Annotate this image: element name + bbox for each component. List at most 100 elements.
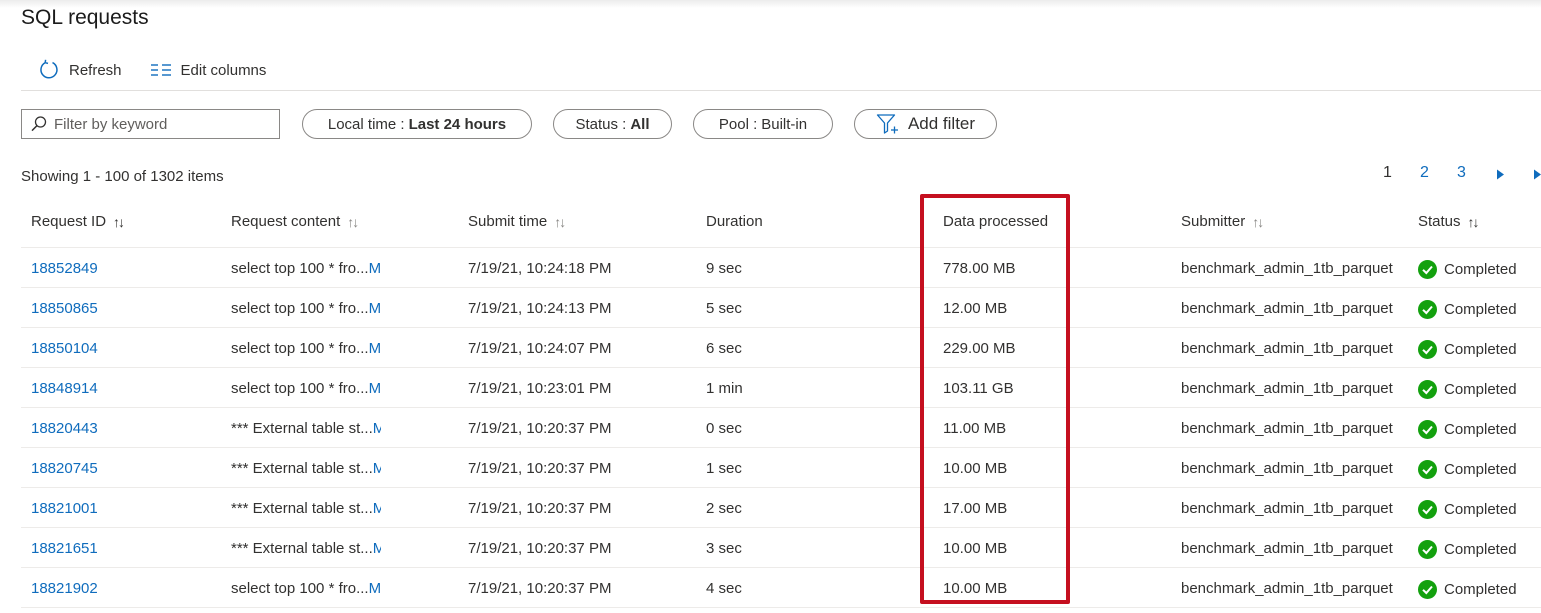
chevron-right-icon[interactable]: [1496, 169, 1505, 180]
check-circle-icon: [1418, 500, 1437, 519]
request-id-link[interactable]: 18850104: [31, 340, 98, 357]
row-divider: [21, 287, 1541, 288]
cell-request-id: 18821902: [31, 580, 221, 597]
cell-data-processed: 229.00 MB: [943, 340, 1016, 357]
row-divider: [21, 487, 1541, 488]
page-3[interactable]: 3: [1457, 164, 1466, 182]
cell-duration: 6 sec: [706, 340, 742, 357]
check-circle-icon: [1418, 580, 1437, 599]
column-header-duration[interactable]: Duration: [706, 213, 763, 230]
sort-icon[interactable]: ↑↓: [554, 214, 566, 230]
request-content-text: *** External table st...: [231, 420, 373, 437]
column-header-request-id[interactable]: Request ID ↑↓: [31, 213, 125, 230]
request-id-link[interactable]: 18852849: [31, 260, 98, 277]
pool-filter[interactable]: Pool : Built-in: [693, 109, 833, 139]
items-count: Showing 1 - 100 of 1302 items: [21, 168, 224, 185]
more-link[interactable]: More: [373, 460, 381, 477]
cell-submit-time: 7/19/21, 10:24:07 PM: [468, 340, 612, 357]
toolbar-divider: [21, 90, 1541, 91]
column-header-submitter[interactable]: Submitter ↑↓: [1181, 213, 1264, 230]
status-text: Completed: [1444, 421, 1517, 438]
refresh-icon: [40, 59, 58, 79]
cell-submitter: benchmark_admin_1tb_parquet: [1181, 500, 1393, 517]
add-filter-button[interactable]: Add filter: [854, 109, 997, 139]
cell-duration: 2 sec: [706, 500, 742, 517]
status-cell: Completed: [1418, 420, 1541, 439]
cell-submit-time: 7/19/21, 10:20:37 PM: [468, 460, 612, 477]
more-link[interactable]: More: [369, 580, 381, 597]
status-cell: Completed: [1418, 540, 1541, 559]
cell-submitter: benchmark_admin_1tb_parquet: [1181, 300, 1393, 317]
sort-icon[interactable]: ↑↓: [1252, 214, 1264, 230]
sort-icon[interactable]: ↑↓: [113, 214, 125, 230]
cell-data-processed: 778.00 MB: [943, 260, 1016, 277]
cell-submitter: benchmark_admin_1tb_parquet: [1181, 420, 1393, 437]
edit-columns-icon: [150, 64, 171, 76]
cell-request-id: 18848914: [31, 380, 221, 397]
cell-submitter: benchmark_admin_1tb_parquet: [1181, 380, 1393, 397]
cell-data-processed: 10.00 MB: [943, 580, 1008, 597]
cell-data-processed: 10.00 MB: [943, 460, 1008, 477]
request-id-link[interactable]: 18820745: [31, 460, 98, 477]
status-text: Completed: [1444, 341, 1517, 358]
column-header-submit-time[interactable]: Submit time ↑↓: [468, 213, 566, 230]
request-content-text: *** External table st...: [231, 500, 373, 517]
cell-request-id: 18820745: [31, 460, 221, 477]
page-2[interactable]: 2: [1420, 164, 1429, 182]
more-link[interactable]: More: [369, 340, 381, 357]
more-link[interactable]: More: [373, 500, 381, 517]
request-id-link[interactable]: 18820443: [31, 420, 98, 437]
status-text: Completed: [1444, 581, 1517, 598]
request-id-link[interactable]: 18821001: [31, 500, 98, 517]
last-page-chevron-icon[interactable]: [1533, 169, 1541, 180]
request-content-text: select top 100 * fro...: [231, 340, 369, 357]
request-id-link[interactable]: 18848914: [31, 380, 98, 397]
column-header-request-content[interactable]: Request content ↑↓: [231, 213, 359, 230]
refresh-label: Refresh: [69, 61, 122, 79]
request-content-text: select top 100 * fro...: [231, 300, 369, 317]
more-link[interactable]: More: [373, 540, 381, 557]
filter-search-box[interactable]: [21, 109, 280, 139]
cell-request-content: select top 100 * fro...More: [231, 340, 381, 357]
check-circle-icon: [1418, 300, 1437, 319]
page-1[interactable]: 1: [1383, 164, 1392, 182]
pool-filter-label: Pool :: [718, 115, 758, 133]
status-text: Completed: [1444, 301, 1517, 318]
refresh-button[interactable]: Refresh: [38, 59, 122, 81]
column-header-label: Duration: [706, 213, 763, 230]
cell-request-content: select top 100 * fro...More: [231, 260, 381, 277]
cell-request-id: 18852849: [31, 260, 221, 277]
local-time-filter[interactable]: Local time : Last 24 hours: [302, 109, 532, 139]
cell-submitter: benchmark_admin_1tb_parquet: [1181, 460, 1393, 477]
cell-request-content: *** External table st...More: [231, 540, 381, 557]
filter-search-input[interactable]: [54, 115, 264, 133]
check-circle-icon: [1418, 540, 1437, 559]
edit-columns-button[interactable]: Edit columns: [150, 62, 266, 79]
column-header-label: Submitter: [1181, 213, 1246, 230]
cell-duration: 0 sec: [706, 420, 742, 437]
status-filter[interactable]: Status : All: [553, 109, 672, 139]
cell-submitter: benchmark_admin_1tb_parquet: [1181, 580, 1393, 597]
sort-icon[interactable]: ↑↓: [1468, 214, 1480, 230]
status-cell: Completed: [1418, 300, 1541, 319]
column-header-data-processed[interactable]: Data processed: [943, 213, 1048, 230]
page-title: SQL requests: [21, 6, 149, 29]
more-link[interactable]: More: [369, 380, 381, 397]
column-header-label: Status: [1418, 213, 1461, 230]
status-cell: Completed: [1418, 580, 1541, 599]
cell-submit-time: 7/19/21, 10:20:37 PM: [468, 420, 612, 437]
request-id-link[interactable]: 18821651: [31, 540, 98, 557]
header-divider: [21, 247, 1541, 248]
sort-icon[interactable]: ↑↓: [347, 214, 359, 230]
request-id-link[interactable]: 18850865: [31, 300, 98, 317]
cell-request-content: *** External table st...More: [231, 460, 381, 477]
status-filter-value: All: [630, 115, 650, 133]
request-id-link[interactable]: 18821902: [31, 580, 98, 597]
column-header-status[interactable]: Status ↑↓: [1418, 213, 1480, 230]
check-circle-icon: [1418, 460, 1437, 479]
more-link[interactable]: More: [369, 260, 381, 277]
more-link[interactable]: More: [369, 300, 381, 317]
more-link[interactable]: More: [373, 420, 381, 437]
cell-duration: 9 sec: [706, 260, 742, 277]
status-text: Completed: [1444, 461, 1517, 478]
